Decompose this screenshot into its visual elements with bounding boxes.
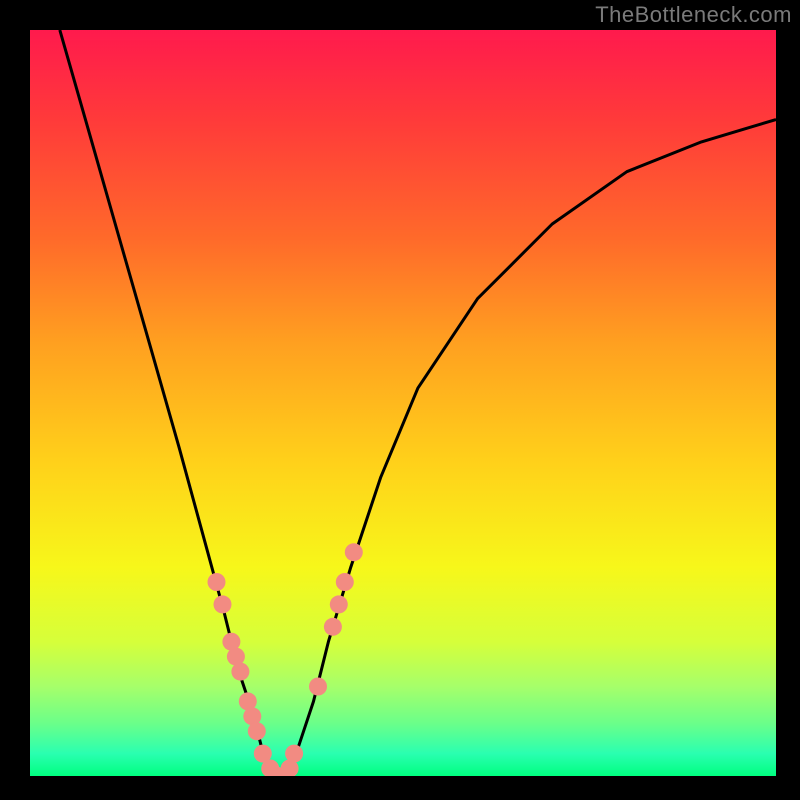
data-marker	[324, 618, 342, 636]
watermark-text: TheBottleneck.com	[595, 2, 792, 28]
data-marker	[330, 595, 348, 613]
data-marker	[309, 678, 327, 696]
data-marker	[214, 595, 232, 613]
data-marker	[231, 663, 249, 681]
bottleneck-curve	[60, 30, 776, 776]
data-marker	[208, 573, 226, 591]
plot-area	[30, 30, 776, 776]
chart-container: TheBottleneck.com	[0, 0, 800, 800]
data-marker	[345, 543, 363, 561]
data-marker	[336, 573, 354, 591]
data-marker	[248, 722, 266, 740]
data-marker	[285, 745, 303, 763]
bottleneck-chart	[30, 30, 776, 776]
